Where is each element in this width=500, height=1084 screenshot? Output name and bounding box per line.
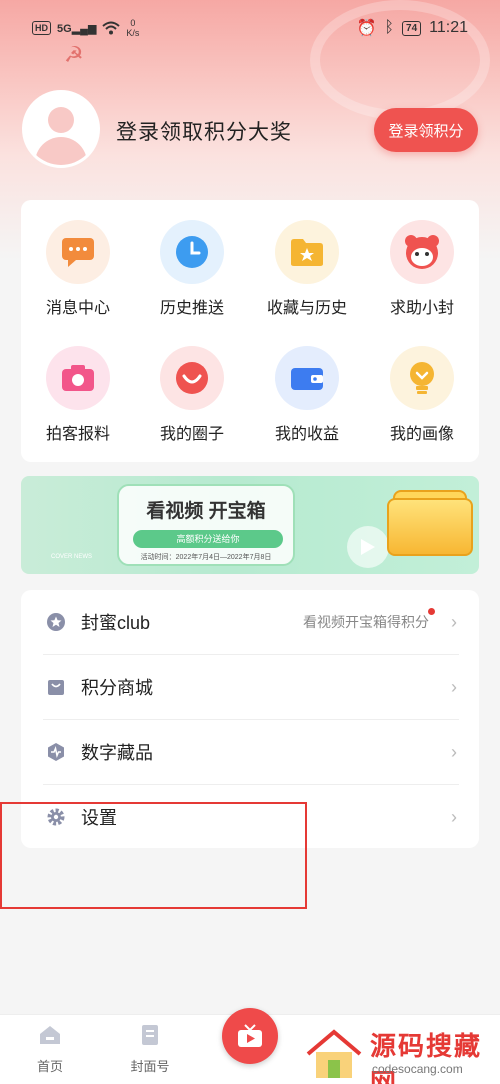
promo-banner[interactable]: COVER NEWS 看视频 开宝箱 高额积分送给你 活动时间：2022年7月4… [21, 476, 479, 574]
notification-dot [428, 608, 435, 615]
grid-item-label: 收藏与历史 [266, 300, 347, 317]
chevron-right-icon: › [451, 611, 457, 632]
message-icon [62, 238, 94, 267]
grid-item-favorites[interactable]: 收藏与历史 [250, 200, 364, 320]
grid-item-earnings[interactable]: 我的收益 [250, 326, 364, 446]
menu-item-points-mall[interactable]: 积分商城 › [21, 655, 479, 719]
signal-icon: 5G▂▄▆ [57, 22, 97, 35]
menu-item-club[interactable]: 封蜜club 看视频开宝箱得积分 › [21, 590, 479, 654]
banner-card: 看视频 开宝箱 高额积分送给你 活动时间：2022年7月4日—2022年7月8日 [117, 484, 295, 566]
watermark: 源码搜藏网 codesocang.com [300, 1020, 500, 1084]
login-button[interactable]: 登录领积分 [374, 108, 478, 152]
menu-item-label: 积分商城 [81, 678, 153, 698]
grid-item-label: 消息中心 [45, 300, 110, 317]
network-speed: 0 K/s [126, 18, 140, 38]
video-tab-button[interactable] [222, 1008, 278, 1064]
grid-item-history-push[interactable]: 历史推送 [135, 200, 249, 320]
hexagon-icon [48, 743, 64, 761]
play-icon [347, 526, 389, 568]
star-badge-icon [47, 613, 65, 631]
hd-icon: HD [32, 21, 51, 35]
avatar[interactable] [22, 90, 100, 168]
login-prompt[interactable]: 登录领取积分大奖 [116, 116, 292, 146]
banner-date: 活动时间：2022年7月4日—2022年7月8日 [140, 554, 272, 561]
annotation-highlight-box [0, 802, 307, 909]
clock-icon [176, 236, 208, 268]
grid-item-label: 求助小封 [389, 300, 454, 317]
home-icon [40, 1026, 60, 1044]
grid-item-help[interactable]: 求助小封 [365, 200, 479, 320]
profile-section: 登录领取积分大奖 登录领积分 [22, 88, 478, 172]
alarm-icon: ⏰ [356, 20, 377, 37]
tab-cover-account[interactable]: 封面号 [110, 1023, 190, 1075]
bulb-icon [410, 362, 434, 394]
grid-item-label: 历史推送 [159, 300, 224, 317]
tv-icon [238, 1024, 262, 1047]
watermark-url: codesocang.com [372, 1062, 463, 1076]
watermark-house-logo [306, 1029, 362, 1078]
chevron-right-icon: › [451, 741, 457, 762]
document-icon [142, 1025, 158, 1045]
folder-star-icon [291, 239, 323, 266]
grid-item-reporter[interactable]: 拍客报料 [21, 326, 135, 446]
tab-label: 首页 [36, 1059, 63, 1074]
clock-time: 11:21 [429, 19, 468, 36]
wallet-icon [291, 368, 323, 390]
grid-item-label: 我的收益 [274, 426, 339, 443]
tab-home[interactable]: 首页 [10, 1023, 90, 1075]
grid-item-messages[interactable]: 消息中心 [21, 200, 135, 320]
bag-icon [48, 680, 64, 695]
tab-label: 封面号 [130, 1059, 170, 1074]
menu-item-hint: 看视频开宝箱得积分 [303, 614, 429, 630]
menu-item-label: 数字藏品 [81, 743, 153, 763]
mascot-icon [405, 235, 439, 269]
status-bar: HD 5G▂▄▆ 0 K/s ⏰ ᛒ 74 11:21 [0, 0, 500, 56]
chevron-right-icon: › [451, 806, 457, 827]
grid-item-label: 我的圈子 [159, 426, 224, 443]
banner-title: 看视频 开宝箱 [146, 501, 266, 522]
battery-indicator: 74 [402, 20, 422, 36]
banner-subtitle: 高额积分送给你 [133, 530, 283, 548]
grid-item-portrait[interactable]: 我的画像 [365, 326, 479, 446]
feature-grid: 消息中心 历史推送 收藏与历史 求助小封 拍客报料 我的圈子 我的收益 我的画像 [21, 200, 479, 462]
treasure-chest-icon [387, 498, 473, 556]
camera-icon [62, 365, 94, 391]
chevron-right-icon: › [451, 676, 457, 697]
bluetooth-icon: ᛒ [384, 19, 395, 36]
grid-item-label: 拍客报料 [45, 426, 110, 443]
menu-item-digital-collectibles[interactable]: 数字藏品 › [21, 720, 479, 784]
grid-item-label: 我的画像 [389, 426, 454, 443]
grid-item-my-circle[interactable]: 我的圈子 [135, 326, 249, 446]
wifi-icon [102, 21, 121, 35]
smile-circle-icon [176, 362, 208, 394]
banner-cover-news: COVER NEWS [51, 554, 93, 560]
menu-item-label: 封蜜club [81, 613, 151, 633]
